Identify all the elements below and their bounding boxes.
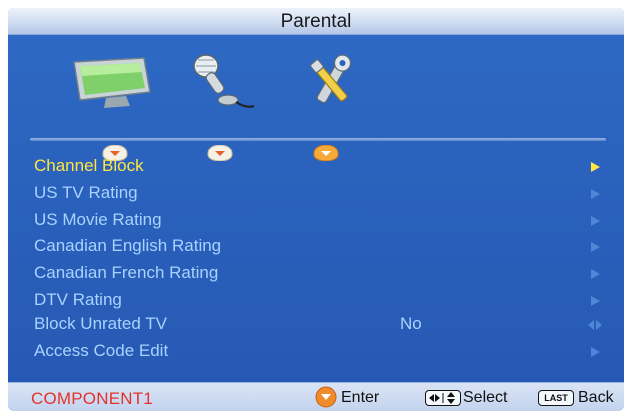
- title-bar: Parental: [8, 8, 624, 35]
- menu-item-us-movie-rating[interactable]: US Movie Rating: [8, 208, 624, 234]
- enter-icon: [315, 386, 337, 408]
- back-hint-label: Back: [578, 389, 614, 406]
- wrench-tools-icon[interactable]: [296, 52, 366, 114]
- menu-divider: [30, 138, 606, 141]
- menu-item-label: Canadian French Rating: [34, 263, 219, 282]
- navigation-keys-icon: [425, 390, 461, 406]
- last-key-icon: LAST: [538, 390, 574, 406]
- arrow-right-icon: [591, 242, 600, 252]
- microphone-icon[interactable]: [186, 50, 256, 116]
- enter-hint-label: Enter: [341, 389, 380, 406]
- menu-item-label: DTV Rating: [34, 290, 122, 309]
- tv-monitor-icon[interactable]: [70, 56, 154, 112]
- menu-item-label: Block Unrated TV: [34, 314, 167, 333]
- arrow-right-icon: [591, 216, 600, 226]
- menu-item-access-code-edit[interactable]: Access Code Edit: [8, 339, 624, 365]
- menu-item-dtv-rating[interactable]: DTV Rating: [8, 288, 624, 314]
- menu-item-channel-block[interactable]: Channel Block: [8, 154, 624, 180]
- menu-item-value: No: [400, 314, 422, 333]
- menu-item-canadian-french-rating[interactable]: Canadian French Rating: [8, 261, 624, 287]
- page-title: Parental: [280, 11, 352, 32]
- menu-item-label: Canadian English Rating: [34, 236, 222, 255]
- menu-item-label: Channel Block: [34, 156, 144, 175]
- arrow-right-icon: [591, 269, 600, 279]
- parental-menu-window: Parental Channel Block US TV Rating US M…: [8, 8, 624, 411]
- arrow-right-icon: [591, 347, 600, 357]
- arrow-left-right-icon: [588, 320, 602, 330]
- arrow-right-icon: [591, 162, 600, 172]
- menu-item-block-unrated-tv[interactable]: Block Unrated TV No: [8, 312, 624, 338]
- input-source-label: COMPONENT1: [31, 389, 153, 408]
- footer-bar: COMPONENT1 Enter Select LAST Back: [8, 382, 624, 411]
- arrow-right-icon: [591, 296, 600, 306]
- category-tabs: [8, 38, 624, 162]
- menu-item-label: US Movie Rating: [34, 210, 162, 229]
- menu-item-label: US TV Rating: [34, 183, 138, 202]
- arrow-right-icon: [591, 189, 600, 199]
- select-hint-label: Select: [463, 389, 508, 406]
- menu-item-us-tv-rating[interactable]: US TV Rating: [8, 181, 624, 207]
- menu-item-label: Access Code Edit: [34, 341, 169, 360]
- menu-item-canadian-english-rating[interactable]: Canadian English Rating: [8, 234, 624, 260]
